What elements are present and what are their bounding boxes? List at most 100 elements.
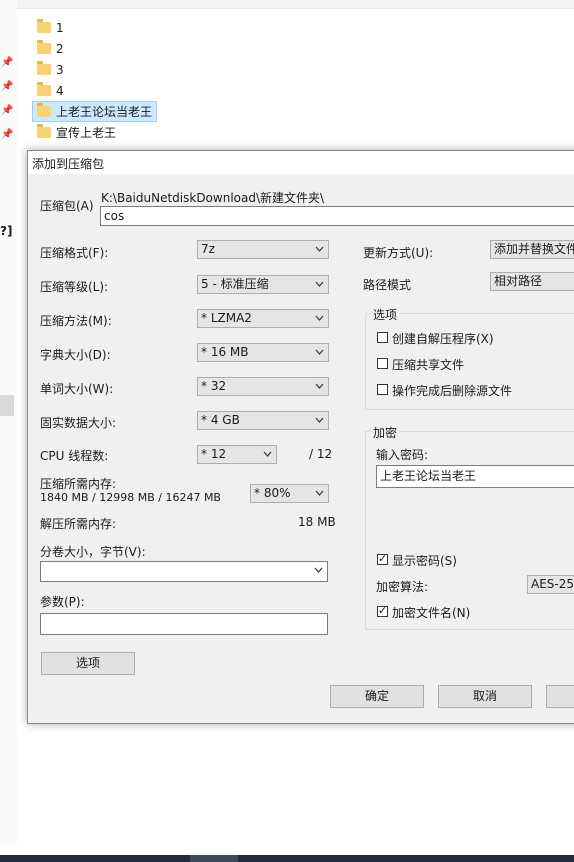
path-mode-select[interactable]: 相对路径 [490,272,574,291]
check-icon: ✓ [378,604,388,617]
path-mode-value: 相对路径 [494,274,543,288]
folder-icon [37,82,51,96]
archive-path: K:\BaiduNetdiskDownload\新建文件夹\ [101,191,325,205]
folder-name: 宣传上老王 [56,126,117,140]
pin-icon[interactable]: 📌 [1,105,13,117]
taskbar [0,855,574,862]
encryption-method-value: AES-256 [531,577,574,591]
show-password-label: 显示密码(S) [392,554,457,568]
chevron-down-icon [315,246,324,252]
cpu-threads-select[interactable]: * 12 [197,445,277,464]
decompress-memory-label: 解压所需内存: [40,517,117,531]
word-size-select[interactable]: * 32 [197,377,329,396]
chevron-down-icon [315,490,324,496]
explorer-top-bar [0,0,574,9]
split-size-select[interactable] [40,561,328,582]
nav-selected-item[interactable] [0,395,14,416]
dictionary-value: * 16 MB [201,345,249,359]
taskbar-button[interactable] [190,855,238,862]
memory-percent-select[interactable]: * 80% [250,484,329,503]
dialog-title: 添加到压缩包 [32,157,105,171]
shared-files-checkbox[interactable] [377,358,388,369]
word-size-value: * 32 [201,379,227,393]
cpu-threads-value: * 12 [201,447,227,461]
update-mode-label: 更新方式(U): [363,246,434,260]
encrypt-names-label: 加密文件名(N) [392,606,471,620]
method-select[interactable]: * LZMA2 [197,309,329,328]
encryption-group-label: 加密 [371,424,400,441]
sfx-label: 创建自解压程序(X) [392,332,494,346]
solid-size-value: * 4 GB [201,413,240,427]
delete-source-label: 操作完成后删除源文件 [392,384,513,398]
dictionary-select[interactable]: * 16 MB [197,343,329,362]
method-value: * LZMA2 [201,311,252,325]
folder-name: 1 [56,20,64,35]
help-button[interactable] [546,685,574,708]
update-mode-value: 添加并替换文件 [494,242,574,256]
options-button[interactable]: 选项 [41,652,135,675]
solid-size-label: 固实数据大小: [40,416,117,430]
level-value: 5 - 标准压缩 [201,277,269,291]
format-select[interactable]: 7z [197,240,329,259]
folder-icon [37,103,51,117]
folder-item[interactable]: 2 [33,39,68,58]
archive-label: 压缩包(A) [40,199,94,213]
add-to-archive-dialog: 添加到压缩包 压缩包(A) K:\BaiduNetdiskDownload\新建… [27,150,574,724]
pin-icon[interactable]: 📌 [1,81,13,93]
encryption-method-label: 加密算法: [376,580,429,594]
sfx-checkbox[interactable] [377,332,388,343]
chevron-down-icon [263,451,272,457]
parameters-label: 参数(P): [40,595,85,609]
cpu-threads-label: CPU 线程数: [40,449,109,463]
chevron-down-icon [315,281,324,287]
nav-item-fragment: ?] [0,224,13,238]
chevron-down-icon [315,315,324,321]
format-label: 压缩格式(F): [40,246,109,260]
options-group-label: 选项 [371,306,400,323]
archive-name-input[interactable]: cos [100,206,574,226]
parameters-input[interactable] [40,613,328,635]
encryption-method-select[interactable]: AES-256 [527,575,574,594]
folder-icon [37,124,51,138]
memory-label: 压缩所需内存: [40,477,117,491]
folder-icon [37,61,51,75]
chevron-down-icon [315,417,324,423]
decompress-memory-value: 18 MB [298,515,336,529]
folder-name: 4 [56,83,64,98]
delete-source-checkbox[interactable] [377,384,388,395]
folder-name: 3 [56,62,64,77]
folder-item[interactable]: 1 [33,18,68,37]
shared-files-label: 压缩共享文件 [392,358,465,372]
level-select[interactable]: 5 - 标准压缩 [197,275,329,294]
memory-values: 1840 MB / 12998 MB / 16247 MB [40,491,221,504]
chevron-down-icon [315,349,324,355]
pin-icon[interactable]: 📌 [1,129,13,141]
password-input[interactable]: 上老王论坛当老王 [376,465,574,488]
word-size-label: 单词大小(W): [40,382,114,396]
chevron-down-icon [314,567,323,573]
folder-icon [37,19,51,33]
folder-item[interactable]: 4 [33,81,68,100]
dictionary-label: 字典大小(D): [40,348,111,362]
chevron-down-icon [315,383,324,389]
split-size-label: 分卷大小，字节(V): [40,545,146,559]
path-mode-label: 路径模式 [363,278,412,292]
folder-item[interactable]: 3 [33,60,68,79]
cpu-threads-total: / 12 [309,447,333,461]
pin-icon[interactable]: 📌 [1,57,13,69]
show-password-checkbox[interactable]: ✓ [377,552,388,565]
folder-item[interactable]: 宣传上老王 [33,123,120,142]
memory-percent-value: * 80% [254,486,291,500]
navigation-pane [0,0,17,845]
ok-button[interactable]: 确定 [330,685,424,708]
encrypt-names-checkbox[interactable]: ✓ [377,604,388,617]
password-label: 输入密码: [376,448,429,462]
folder-item-selected[interactable]: 上老王论坛当老王 [32,101,158,122]
folder-icon [37,40,51,54]
solid-size-select[interactable]: * 4 GB [197,411,329,430]
cancel-button[interactable]: 取消 [438,685,532,708]
format-value: 7z [201,242,215,256]
dialog-title-bar[interactable]: 添加到压缩包 [28,151,574,174]
level-label: 压缩等级(L): [40,280,109,294]
update-mode-select[interactable]: 添加并替换文件 [490,240,574,259]
